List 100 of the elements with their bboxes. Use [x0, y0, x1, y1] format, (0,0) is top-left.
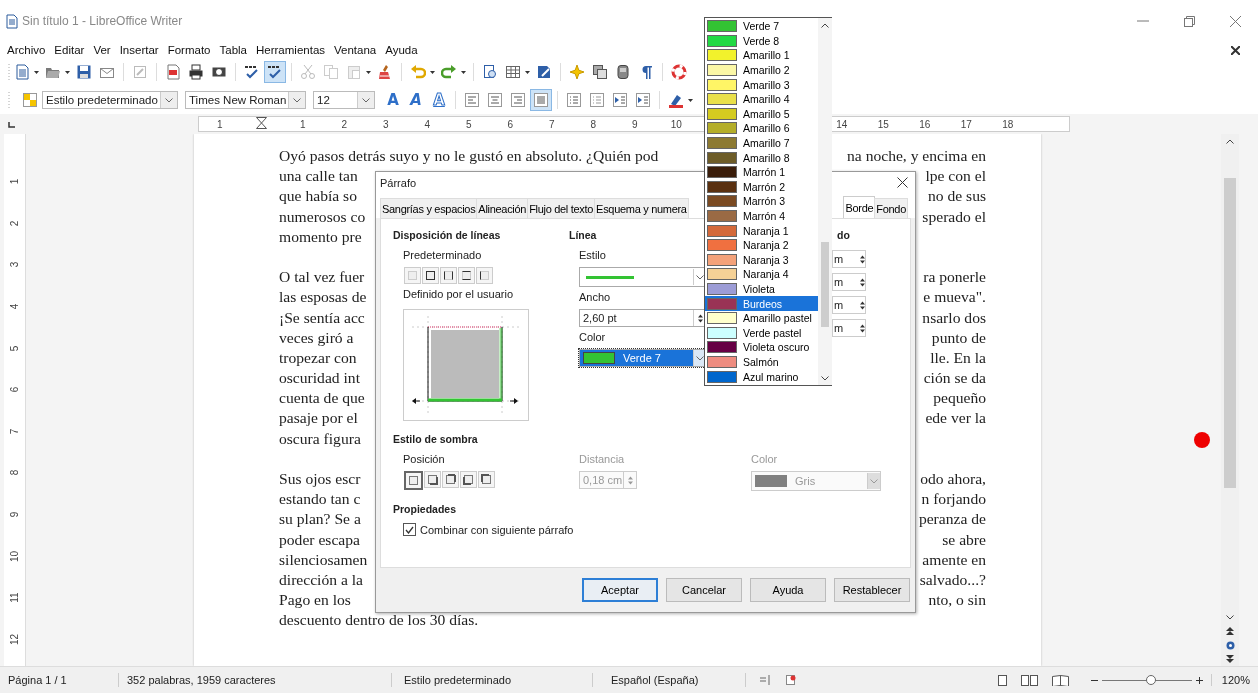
ruler-number: 16	[918, 118, 932, 130]
indent-marker-icon[interactable]	[255, 117, 267, 129]
color-option[interactable]: Naranja 2	[705, 237, 818, 253]
color-option[interactable]: Amarillo 1	[705, 48, 818, 63]
color-option[interactable]: Marrón 3	[705, 194, 818, 209]
color-option[interactable]: Azul marino	[705, 369, 818, 384]
zoom-level[interactable]: 120%	[1210, 674, 1258, 686]
width-spinbox[interactable]: 2,60 pt	[579, 309, 707, 327]
tab[interactable]: Flujo del texto	[527, 198, 596, 218]
tab[interactable]: Alineación	[476, 198, 529, 218]
dropdown-caret-icon[interactable]	[34, 70, 39, 74]
spellcheck-icon	[267, 64, 283, 80]
ruler-number: 6	[506, 118, 515, 130]
menu-item[interactable]: Insertar	[116, 44, 165, 56]
text-line: O tal vez fuer	[279, 267, 365, 288]
paragraph-style-combo[interactable]: Estilo predeterminado	[42, 91, 178, 109]
text-line: oscuridad int	[279, 368, 360, 389]
color-option[interactable]: Naranja 1	[705, 223, 818, 238]
font-size-combo[interactable]: 12	[313, 91, 375, 109]
tab[interactable]: Fondo	[874, 198, 908, 218]
undo-icon	[410, 64, 426, 80]
color-option[interactable]: Amarillo 4	[705, 91, 818, 107]
color-option[interactable]: Amarillo 3	[705, 77, 818, 92]
tab-stop-icon[interactable]	[8, 122, 15, 128]
ruler-number: 6	[9, 387, 20, 393]
color-option[interactable]: Marrón 1	[705, 164, 818, 180]
multi-page-view-icon[interactable]	[1020, 674, 1038, 686]
color-option[interactable]: Burdeos	[705, 296, 818, 311]
scrollbar-thumb[interactable]	[1224, 178, 1236, 488]
text-line: punto de	[931, 327, 986, 348]
text-line: estando tan c	[279, 489, 361, 510]
color-option[interactable]: Verde pastel	[705, 325, 818, 341]
border-preset-button[interactable]	[422, 267, 439, 284]
spacing-spinbox[interactable]: m	[832, 296, 866, 314]
color-option[interactable]: Verde 7	[705, 19, 818, 34]
dialog-button[interactable]: Ayuda	[750, 578, 826, 602]
dialog-button[interactable]: Aceptar	[582, 578, 658, 602]
tab[interactable]: Esquema y numera	[594, 198, 689, 218]
dropdown-caret-icon[interactable]	[688, 98, 693, 102]
menu-item[interactable]: Ver	[90, 44, 117, 56]
tab[interactable]: Sangrías y espacios	[380, 198, 478, 218]
menu-item[interactable]: Formato	[164, 44, 217, 56]
color-option[interactable]: Amarillo pastel	[705, 310, 818, 326]
chevron-up-icon	[1226, 138, 1234, 144]
color-dropdown[interactable]: Verde 7	[579, 349, 707, 367]
font-name-combo[interactable]: Times New Roman	[185, 91, 306, 109]
zoom-slider-thumb[interactable]	[1146, 675, 1157, 685]
language[interactable]: Español (España)	[593, 673, 746, 687]
merge-checkbox[interactable]: Combinar con siguiente párrafo	[403, 523, 910, 536]
dropdown-caret-icon[interactable]	[65, 70, 70, 74]
color-option[interactable]: Violeta oscuro	[705, 340, 818, 355]
menu-item[interactable]: Ayuda	[382, 44, 424, 56]
field-label: Posición	[403, 453, 446, 467]
color-option[interactable]: Amarillo 8	[705, 150, 818, 165]
justify-button[interactable]	[530, 89, 552, 111]
color-list-menu[interactable]	[704, 17, 832, 386]
close-button[interactable]	[895, 176, 909, 190]
dialog-button[interactable]: Cancelar	[666, 578, 742, 602]
dialog-button[interactable]: Restablecer	[834, 578, 910, 602]
scrollbar-thumb[interactable]	[820, 242, 829, 327]
color-option[interactable]: Naranja 4	[705, 267, 818, 282]
tab[interactable]: Borde	[843, 196, 876, 218]
spacing-spinbox[interactable]: m	[832, 250, 866, 268]
dropdown-caret-icon[interactable]	[366, 70, 371, 74]
italic-text-button[interactable]: A	[405, 89, 427, 111]
book-view-icon[interactable]	[1051, 674, 1069, 686]
color-option[interactable]: Naranja 3	[705, 252, 818, 268]
text-line: una calle tan	[279, 166, 358, 187]
menu-item[interactable]: Tabla	[216, 44, 253, 56]
bold-text-button[interactable]: A	[382, 89, 404, 111]
menu-item[interactable]: Herramientas	[253, 44, 332, 56]
align-right-icon	[510, 92, 526, 108]
vertical-ruler[interactable]: 1 2 3 4 5 6 7 8 9 10 11 12	[4, 134, 26, 666]
chevron-down-icon	[820, 375, 829, 381]
dropdown-caret-icon[interactable]	[525, 70, 530, 74]
spacing-spinbox[interactable]: m	[832, 273, 866, 291]
color-option[interactable]: Violeta	[705, 281, 818, 297]
menu-item[interactable]: Archivo	[4, 44, 52, 56]
dropdown-caret-icon[interactable]	[430, 70, 435, 74]
page-style[interactable]: Estilo predeterminado	[392, 673, 593, 687]
border-preset-button[interactable]	[458, 267, 475, 284]
minus-icon[interactable]	[1090, 679, 1098, 681]
border-preset-button[interactable]	[440, 267, 457, 284]
dropdown-caret-icon[interactable]	[461, 70, 466, 74]
color-option[interactable]: Marrón 2	[705, 179, 818, 195]
field-label: Definido por el usuario	[403, 288, 515, 302]
chevron-up-icon	[820, 22, 829, 28]
color-option[interactable]: Amarillo 7	[705, 135, 818, 151]
menu-item[interactable]: Ventana	[331, 44, 383, 56]
single-page-view-icon[interactable]	[997, 674, 1007, 686]
color-option[interactable]: Amarillo 2	[705, 62, 818, 78]
color-option[interactable]: Marrón 4	[705, 208, 818, 224]
color-option[interactable]: Verde 8	[705, 33, 818, 49]
outline-text-button[interactable]: A	[428, 89, 450, 111]
spacing-spinbox[interactable]: m	[832, 319, 866, 337]
spellcheck-button[interactable]	[264, 61, 286, 83]
menu-item[interactable]: Editar	[51, 44, 91, 56]
color-option[interactable]: Salmón	[705, 354, 818, 370]
border-preset-button[interactable]	[476, 267, 493, 284]
plus-icon[interactable]	[1195, 676, 1203, 684]
